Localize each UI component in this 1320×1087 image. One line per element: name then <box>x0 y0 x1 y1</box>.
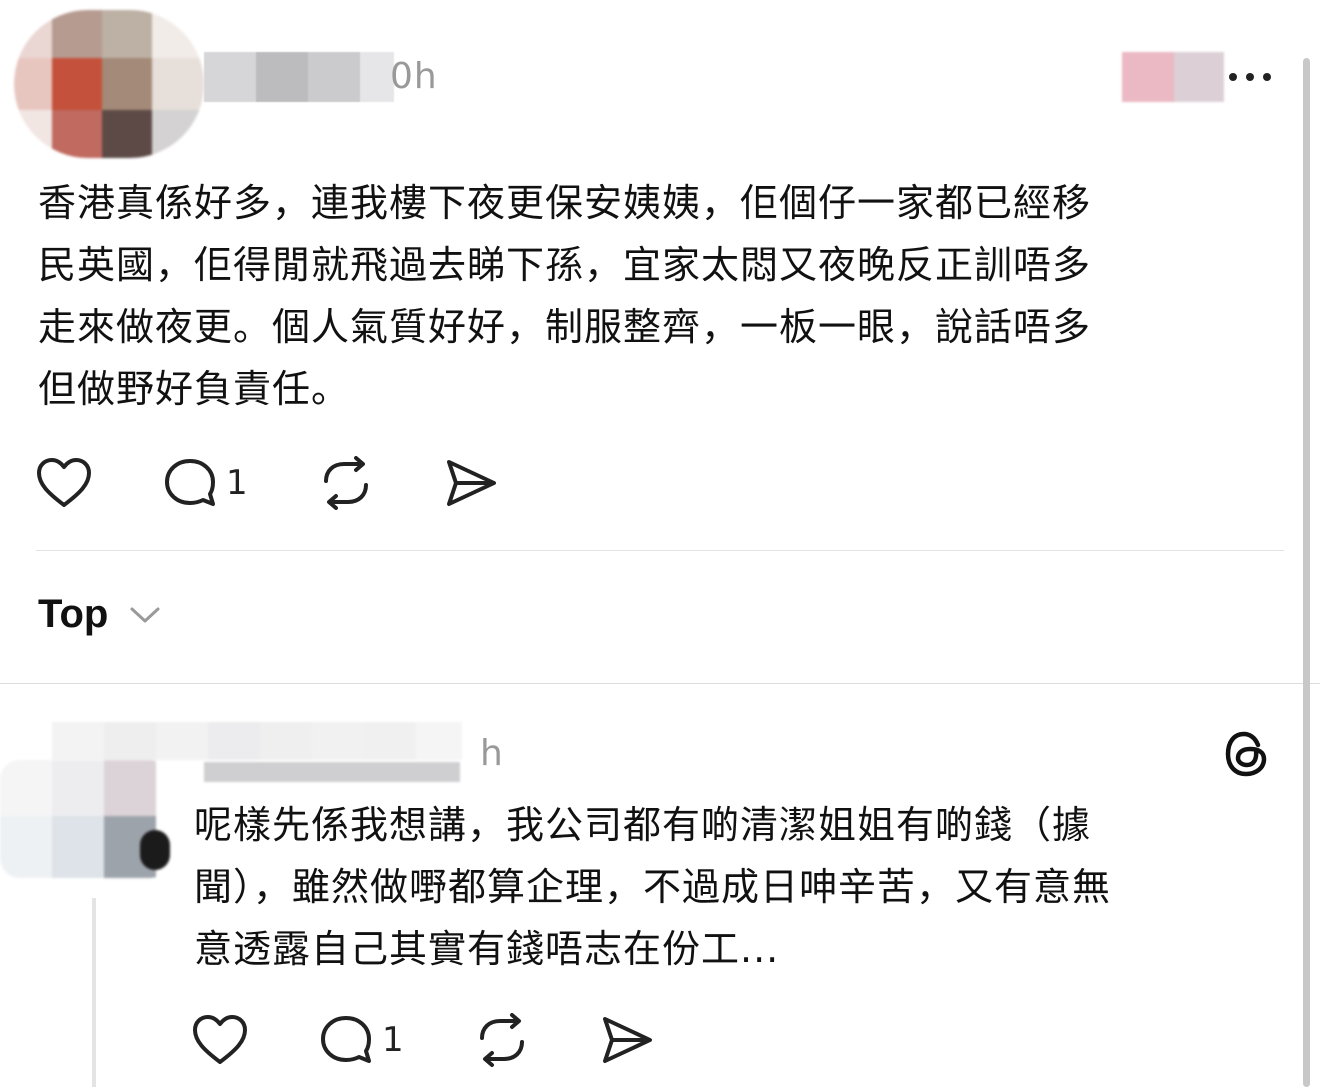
reply-repost-button[interactable] <box>474 1013 530 1067</box>
avatar-pixel <box>14 110 52 158</box>
send-icon <box>444 456 500 510</box>
post-timestamp: 0h <box>390 56 438 97</box>
avatar-pixel <box>152 110 204 158</box>
repost-button[interactable] <box>318 456 374 510</box>
avatar-pixel <box>52 110 104 158</box>
redaction-pixel <box>364 722 416 760</box>
avatar-pixel <box>52 58 104 110</box>
author-name-redacted[interactable] <box>204 52 394 102</box>
heart-icon <box>192 1013 248 1067</box>
post-divider <box>36 550 1284 551</box>
redaction-pixel <box>52 722 104 760</box>
post-body-text: 香港真係好多，連我樓下夜更保安姨姨，佢個仔一家都已經移 民英國，佢得閒就飛過去睇… <box>38 181 1092 411</box>
redaction-pixel <box>204 762 460 782</box>
send-icon <box>600 1013 656 1067</box>
redaction-pixel <box>360 52 394 102</box>
section-divider <box>0 683 1320 684</box>
redaction-pixel <box>1174 52 1224 102</box>
scrollbar[interactable] <box>1303 58 1310 1087</box>
sort-dropdown-label[interactable]: Top <box>38 592 108 637</box>
repost-icon <box>318 456 374 510</box>
comment-count: 1 <box>226 463 248 503</box>
avatar-pixel <box>52 760 104 816</box>
redaction-pixel <box>104 722 156 760</box>
repost-icon <box>474 1013 530 1067</box>
avatar-pixel <box>0 816 52 878</box>
reply-comment-button[interactable]: 1 <box>318 1013 404 1067</box>
avatar-pixel <box>104 760 156 816</box>
chevron-down-icon[interactable] <box>128 604 162 630</box>
redaction-pixel <box>260 722 312 760</box>
redaction-pixel <box>312 722 364 760</box>
comment-bubble-icon <box>162 456 218 510</box>
avatar-pixel <box>52 10 104 58</box>
avatar-pixel <box>152 58 204 110</box>
avatar-pixel <box>102 58 154 110</box>
avatar-pixel <box>140 830 170 870</box>
reply-timestamp: h <box>480 733 503 774</box>
follow-redacted[interactable] <box>1122 52 1224 102</box>
avatar-pixel <box>0 760 52 816</box>
post-author-avatar[interactable] <box>14 10 204 158</box>
redaction-pixel <box>308 52 360 102</box>
comment-button[interactable]: 1 <box>162 456 248 510</box>
redaction-pixel <box>204 52 256 102</box>
threads-logo-icon[interactable] <box>1222 728 1272 784</box>
thread-connector-line <box>92 898 96 1087</box>
like-button[interactable] <box>36 456 92 510</box>
heart-icon <box>36 456 92 510</box>
redaction-pixel <box>208 722 260 760</box>
avatar-pixel <box>152 10 204 58</box>
reply-share-button[interactable] <box>600 1013 656 1067</box>
share-button[interactable] <box>444 456 500 510</box>
avatar-pixel <box>52 816 104 878</box>
reply-author-avatar[interactable] <box>0 760 170 878</box>
avatar-pixel <box>14 58 52 110</box>
redaction-pixel <box>1122 52 1174 102</box>
reply-comment-count: 1 <box>382 1020 404 1060</box>
redaction-pixel <box>416 722 462 760</box>
more-icon[interactable] <box>1225 62 1275 92</box>
redaction-pixel <box>256 52 308 102</box>
redaction-pixel <box>156 722 208 760</box>
avatar-pixel <box>102 10 154 58</box>
reply-body-text: 呢樣先係我想講，我公司都有啲清潔姐姐有啲錢（據 聞），雖然做嘢都算企理，不過成日… <box>194 803 1112 971</box>
reply-like-button[interactable] <box>192 1013 248 1067</box>
comment-bubble-icon <box>318 1013 374 1067</box>
avatar-pixel <box>102 110 154 158</box>
